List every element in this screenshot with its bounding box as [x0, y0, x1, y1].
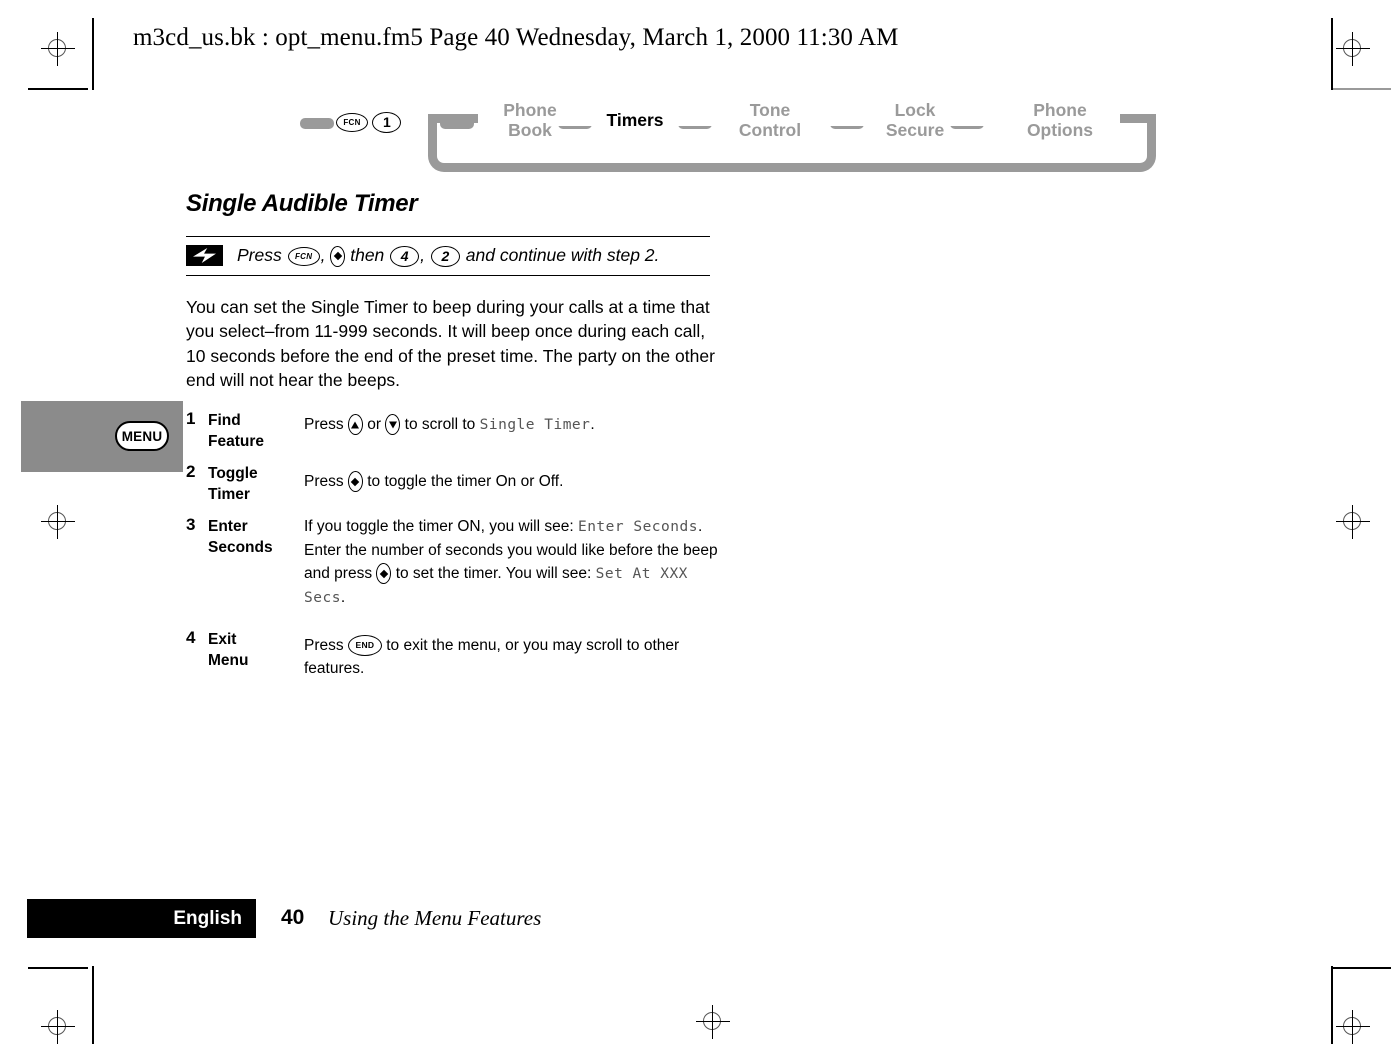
nav-dash-0: [300, 118, 334, 129]
crop-line-bottom-right: [1333, 967, 1391, 969]
two-key-icon[interactable]: 2: [430, 245, 460, 267]
crop-line-bottom-left: [28, 967, 88, 969]
fcn-key-icon[interactable]: FCN: [336, 113, 368, 132]
step-number: 4: [186, 627, 196, 647]
main-content: Single Audible Timer Press FCN, then 4, …: [186, 190, 726, 682]
step2-toggle-text: to toggle the timer On or Off.: [367, 472, 564, 490]
step-label-line2: Seconds: [208, 538, 273, 556]
lcd-display-text: Single Timer: [479, 416, 591, 433]
nav-item-phone-options-line1: Phone: [1033, 100, 1087, 120]
crop-line-top-left: [28, 88, 88, 90]
footer-page-number: 40: [281, 906, 305, 929]
nav-item-lock-secure-line1: Lock: [894, 100, 936, 120]
step1-period: .: [590, 415, 595, 433]
step-number: 1: [186, 408, 196, 428]
page-title: Single Audible Timer: [186, 190, 418, 217]
fcn-key-icon[interactable]: FCN: [287, 246, 320, 266]
nav-item-phone-book[interactable]: Phone Book: [480, 100, 580, 140]
volume-key-icon[interactable]: [330, 245, 346, 267]
registration-mark-bottom-left: [41, 1010, 75, 1044]
step-label: Toggle Timer: [208, 460, 304, 505]
one-key-icon[interactable]: 1: [372, 112, 402, 133]
registration-mark-left-middle: [41, 505, 75, 539]
footer-section-name: Using the Menu Features: [328, 906, 542, 930]
registration-mark-right-middle: [1336, 505, 1370, 539]
step3-period: .: [340, 588, 346, 606]
nav-dash-1: [440, 118, 474, 129]
step-number: 3: [186, 514, 196, 534]
nav-item-phone-book-line1: Phone: [503, 100, 557, 120]
step3-tail-text: to set the timer. You will see:: [395, 564, 592, 582]
step-label-line1: Toggle: [208, 464, 258, 482]
scroll-up-key-icon[interactable]: [347, 414, 363, 436]
step-label-line2: Timer: [208, 485, 250, 503]
step2-press-word: Press: [304, 472, 344, 490]
registration-mark-top-left: [41, 32, 75, 66]
step-description: Press END to exit the menu, or you may s…: [304, 626, 726, 680]
lightning-bolt-icon: [186, 244, 223, 266]
step-description: Press to toggle the timer On or Off.: [304, 460, 726, 505]
menu-section-tab[interactable]: MENU: [21, 401, 183, 472]
crop-line-top-right: [1333, 88, 1391, 90]
callout-tail-text: and continue with step 2.: [465, 245, 660, 265]
end-key-icon[interactable]: END: [347, 635, 382, 657]
step-label-line1: Find: [208, 411, 241, 429]
section-body-paragraph: You can set the Single Timer to beep dur…: [186, 296, 715, 391]
step-label: Exit Menu: [208, 626, 304, 680]
menu-path-navigation: FCN 1 Phone Book Timers Tone Control Loc…: [300, 96, 1170, 182]
menu-badge-label: MENU: [115, 421, 169, 451]
step-number: 2: [186, 461, 196, 481]
shortcut-callout: Press FCN, then 4, 2 and continue with s…: [186, 236, 710, 276]
registration-mark-top-right: [1336, 32, 1370, 66]
page-rule-vertical-left: [92, 18, 94, 90]
footer-language-bar: English: [27, 899, 256, 938]
scroll-down-key-icon[interactable]: [385, 414, 401, 436]
nav-item-phone-options-line2: Options: [1026, 120, 1094, 140]
callout-comma-2: ,: [420, 245, 426, 265]
page-rule-vertical-right: [1331, 18, 1333, 90]
step1-or-word: or: [367, 415, 382, 433]
steps-list: 1 Find Feature Press or to scroll to Sin…: [186, 407, 726, 680]
nav-item-tone-control-line2: Control: [738, 120, 802, 140]
step-row: 3 Enter Seconds If you toggle the timer …: [186, 513, 726, 610]
step-description: If you toggle the timer ON, you will see…: [304, 513, 726, 610]
step1-press-word: Press: [304, 415, 344, 433]
step1-scroll-text: to scroll to: [404, 415, 476, 433]
step-label-line1: Exit: [208, 630, 237, 648]
step-description: Press or to scroll to Single Timer.: [304, 407, 726, 452]
registration-mark-bottom-right: [1336, 1010, 1370, 1044]
nav-item-timers[interactable]: Timers: [590, 110, 680, 130]
nav-item-phone-book-line2: Book: [508, 120, 552, 140]
step4-press-word: Press: [304, 636, 344, 654]
step-label-line2: Feature: [208, 432, 264, 450]
registration-mark-bottom-center: [696, 1005, 730, 1039]
nav-item-lock-secure[interactable]: Lock Secure: [865, 100, 965, 140]
nav-key-sequence: FCN 1: [336, 112, 402, 133]
step-label-line1: Enter: [208, 517, 248, 535]
nav-item-tone-control-line1: Tone: [749, 100, 791, 120]
callout-comma-1: ,: [320, 245, 326, 265]
page-rule-vertical-right-bottom: [1331, 966, 1333, 1044]
nav-item-timers-line1: Timers: [606, 110, 664, 130]
page-rule-vertical-left-bottom: [92, 966, 94, 1044]
lcd-display-text: Enter Seconds: [577, 518, 698, 535]
step-row: 2 Toggle Timer Press to toggle the timer…: [186, 460, 726, 505]
shortcut-callout-text: Press FCN, then 4, 2 and continue with s…: [237, 244, 659, 267]
callout-press-word: Press: [237, 245, 282, 265]
step-row: 1 Find Feature Press or to scroll to Sin…: [186, 407, 726, 452]
nav-item-tone-control[interactable]: Tone Control: [720, 100, 820, 140]
nav-item-lock-secure-line2: Secure: [885, 120, 945, 140]
volume-key-icon[interactable]: [376, 563, 392, 585]
document-header-line: m3cd_us.bk : opt_menu.fm5 Page 40 Wednes…: [133, 24, 899, 51]
nav-item-phone-options[interactable]: Phone Options: [1005, 100, 1115, 140]
step3-intro-text: If you toggle the timer ON, you will see…: [304, 517, 574, 535]
step-label-line2: Menu: [208, 651, 249, 669]
four-key-icon[interactable]: 4: [390, 245, 420, 267]
step-label: Enter Seconds: [208, 513, 304, 610]
step-row: 4 Exit Menu Press END to exit the menu, …: [186, 626, 726, 680]
callout-then-word: then: [350, 245, 385, 265]
volume-key-icon[interactable]: [347, 471, 363, 493]
footer-language-label: English: [173, 908, 242, 929]
step-label: Find Feature: [208, 407, 304, 452]
